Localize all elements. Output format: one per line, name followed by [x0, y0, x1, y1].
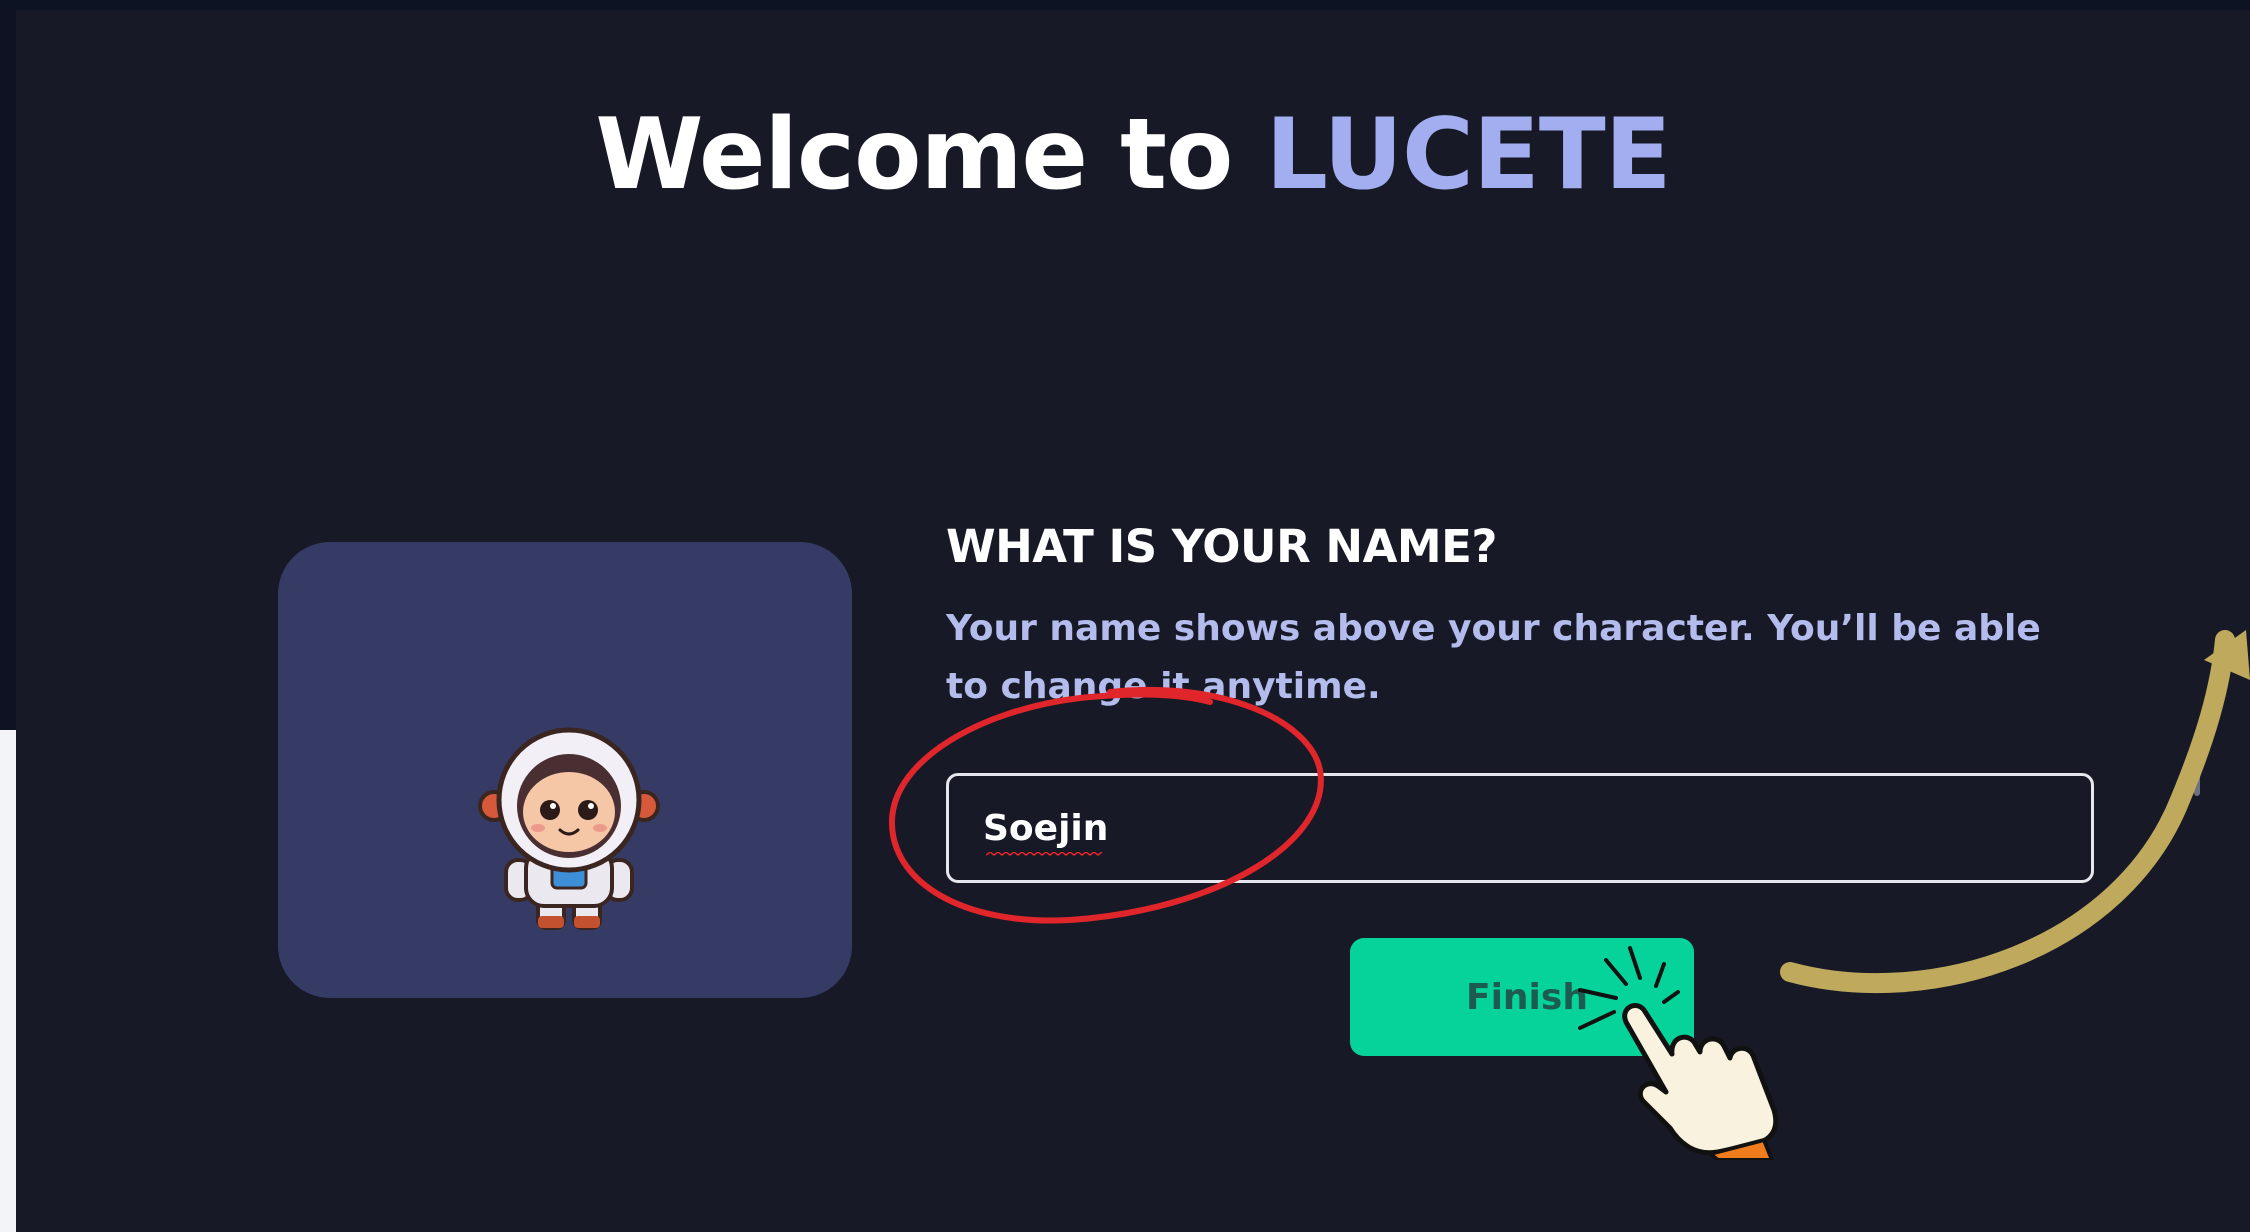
name-hint-text: Your name shows above your character. Yo…: [946, 608, 2041, 707]
avatar-card: [278, 542, 852, 998]
brand-name: LUCETE: [1265, 98, 1671, 212]
name-question-heading: WHAT IS YOUR NAME?: [946, 520, 1498, 573]
astronaut-avatar: [478, 727, 660, 930]
onboarding-window: Welcome to LUCETE WHAT IS YOUR NAME? You…: [16, 10, 2250, 1232]
page-title: Welcome to LUCETE: [16, 98, 2250, 212]
finish-button[interactable]: Finish: [1350, 938, 1694, 1056]
screen: Welcome to LUCETE WHAT IS YOUR NAME? You…: [0, 0, 2250, 1232]
title-prefix: Welcome to: [595, 98, 1233, 212]
scroll-handle: [2194, 760, 2200, 796]
spellcheck-underline: [986, 852, 1103, 856]
name-input[interactable]: [946, 773, 2094, 883]
